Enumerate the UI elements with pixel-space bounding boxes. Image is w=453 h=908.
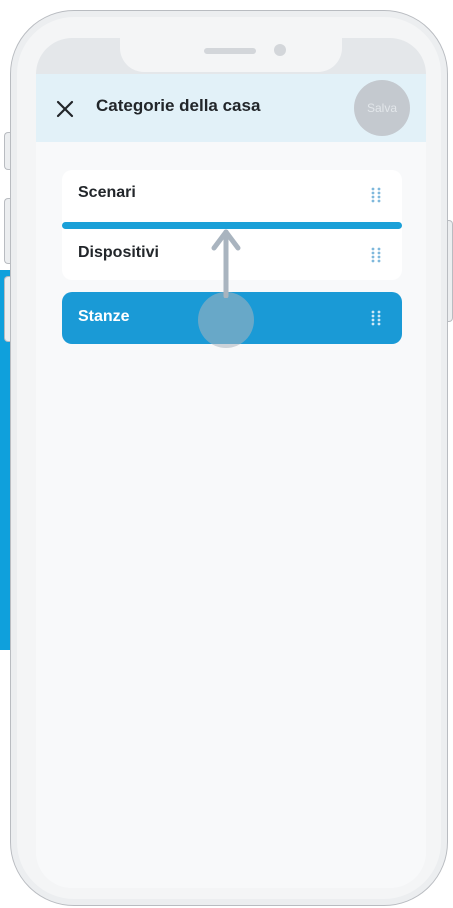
drag-handle-icon[interactable]	[370, 309, 382, 327]
front-camera	[274, 44, 286, 56]
stage: Categorie della casa Salva Scenari Dispo…	[0, 0, 453, 908]
page-title: Categorie della casa	[96, 96, 261, 115]
list-item-label: Scenari	[78, 184, 136, 201]
save-button[interactable]: Salva	[354, 80, 410, 136]
phone-screen: Categorie della casa Salva Scenari Dispo…	[36, 38, 426, 888]
list-item-scenari[interactable]: Scenari	[62, 170, 402, 220]
arrow-up-icon	[211, 229, 241, 298]
touch-indicator	[198, 292, 254, 348]
status-bar	[36, 38, 426, 74]
categories-list-area: Scenari Dispositivi Stanze	[36, 142, 426, 888]
drag-handle-icon[interactable]	[370, 246, 382, 264]
speaker-grille	[204, 48, 256, 54]
list-item-label: Stanze	[78, 308, 130, 325]
close-icon[interactable]	[54, 98, 76, 120]
list-item-label: Dispositivi	[78, 244, 159, 261]
drag-handle-icon[interactable]	[370, 186, 382, 204]
notch	[120, 38, 342, 72]
app-header: Categorie della casa Salva	[36, 74, 426, 142]
